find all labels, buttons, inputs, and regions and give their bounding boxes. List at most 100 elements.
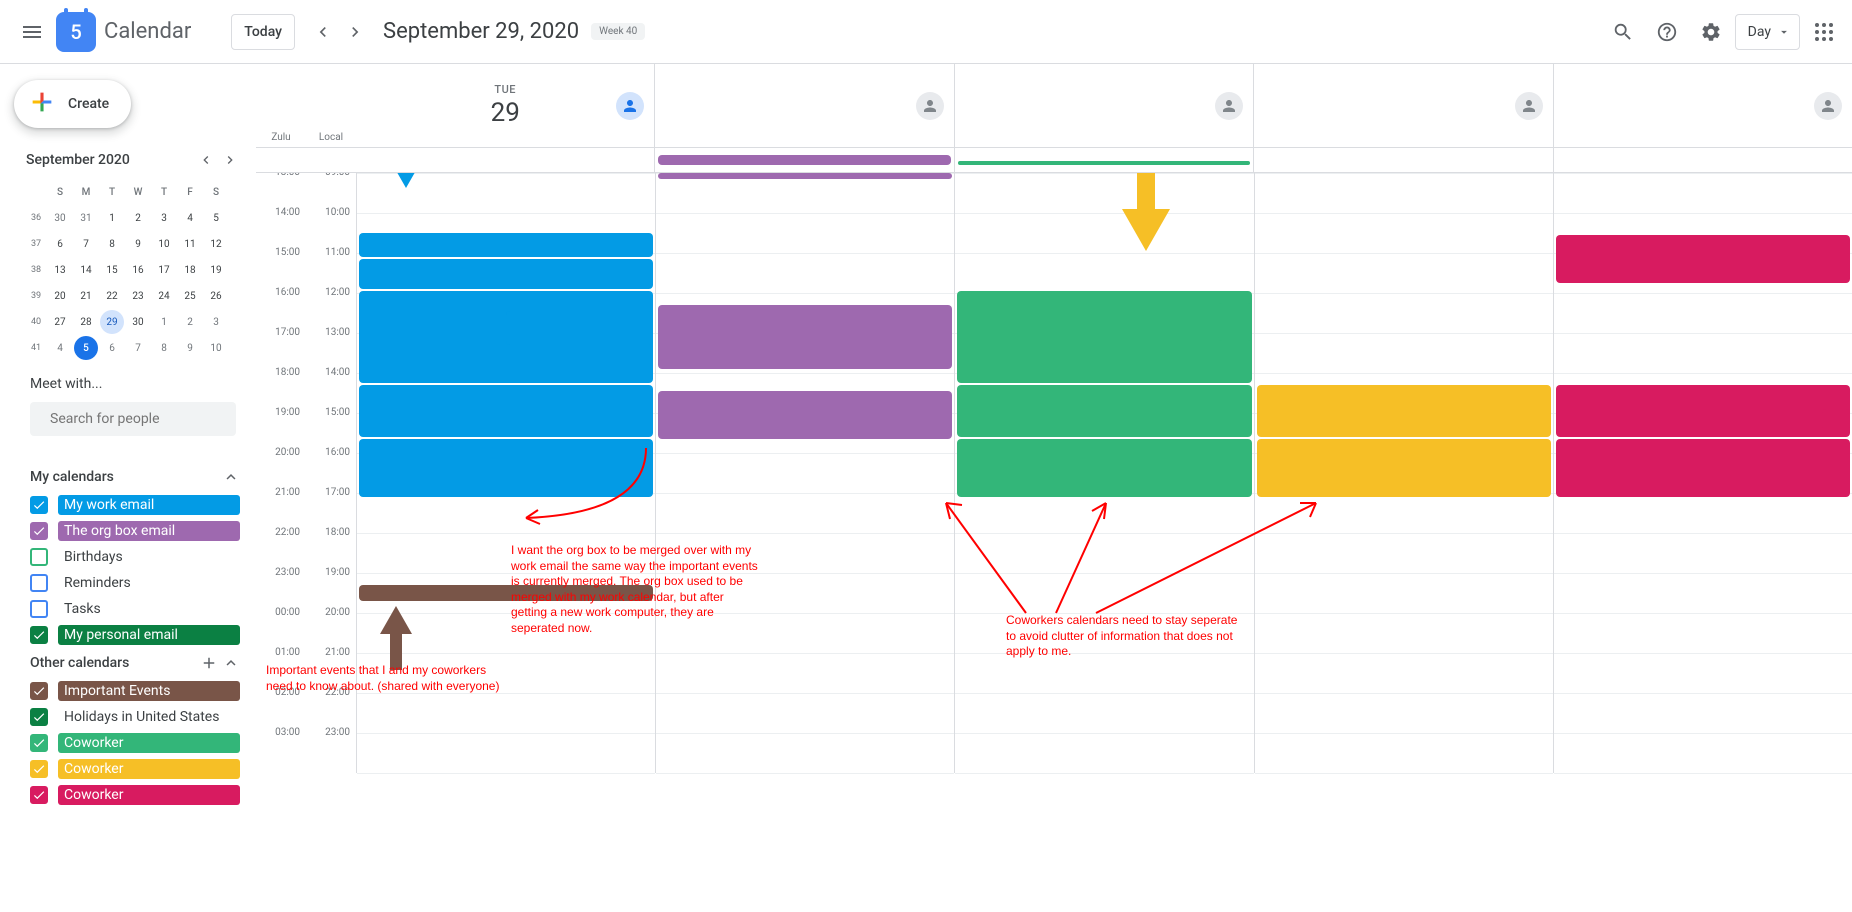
mini-next[interactable]: [218, 148, 242, 172]
calendar-event[interactable]: [1257, 439, 1551, 497]
calendar-checkbox[interactable]: [30, 734, 48, 752]
my-calendars-toggle[interactable]: My calendars: [8, 462, 256, 492]
calendar-checkbox[interactable]: [30, 682, 48, 700]
mini-day[interactable]: 5: [204, 206, 228, 230]
mini-day[interactable]: 11: [178, 232, 202, 256]
mini-day[interactable]: 22: [100, 284, 124, 308]
mini-day[interactable]: 1: [152, 310, 176, 334]
mini-day[interactable]: 2: [126, 206, 150, 230]
mini-day[interactable]: 13: [48, 258, 72, 282]
calendar-event[interactable]: [658, 173, 952, 179]
calendar-item[interactable]: Holidays in United States: [8, 704, 256, 730]
mini-day[interactable]: 26: [204, 284, 228, 308]
next-day-button[interactable]: [339, 16, 371, 48]
calendar-event[interactable]: [658, 305, 952, 369]
mini-day[interactable]: 28: [74, 310, 98, 334]
calendar-event[interactable]: [359, 259, 653, 289]
mini-day[interactable]: 29: [100, 310, 124, 334]
avatar-icon[interactable]: [1515, 92, 1543, 120]
mini-day[interactable]: 3: [152, 206, 176, 230]
calendar-event[interactable]: [1556, 385, 1850, 437]
help-button[interactable]: [1647, 12, 1687, 52]
avatar-icon[interactable]: [1814, 92, 1842, 120]
mini-day[interactable]: 6: [100, 336, 124, 360]
calendar-event[interactable]: [359, 585, 653, 601]
mini-day[interactable]: 2: [178, 310, 202, 334]
calendar-checkbox[interactable]: [30, 626, 48, 644]
view-selector[interactable]: Day: [1735, 14, 1800, 50]
mini-day[interactable]: 21: [74, 284, 98, 308]
mini-day[interactable]: 17: [152, 258, 176, 282]
mini-prev[interactable]: [194, 148, 218, 172]
calendar-event[interactable]: [1257, 385, 1551, 437]
search-button[interactable]: [1603, 12, 1643, 52]
logo[interactable]: 5 Calendar: [56, 12, 191, 52]
mini-day[interactable]: 24: [152, 284, 176, 308]
day-column[interactable]: [1254, 173, 1553, 773]
search-people[interactable]: [30, 402, 236, 436]
mini-day[interactable]: 20: [48, 284, 72, 308]
other-calendars-toggle[interactable]: Other calendars: [8, 648, 256, 678]
mini-day[interactable]: 1: [100, 206, 124, 230]
mini-day[interactable]: 4: [48, 336, 72, 360]
calendar-checkbox[interactable]: [30, 600, 48, 618]
mini-day[interactable]: 23: [126, 284, 150, 308]
calendar-event[interactable]: [1218, 303, 1252, 341]
create-button[interactable]: Create: [14, 80, 131, 128]
mini-day[interactable]: 8: [100, 232, 124, 256]
calendar-checkbox[interactable]: [30, 522, 48, 540]
calendar-item[interactable]: My work email: [8, 492, 256, 518]
allday-cell[interactable]: [356, 148, 654, 172]
mini-day[interactable]: 14: [74, 258, 98, 282]
day-column-header[interactable]: TUE29: [356, 64, 654, 147]
allday-cell[interactable]: [1253, 148, 1552, 172]
mini-day[interactable]: 7: [126, 336, 150, 360]
calendar-event[interactable]: [1556, 235, 1850, 283]
allday-cell[interactable]: [954, 148, 1253, 172]
day-column-header[interactable]: [1553, 64, 1852, 147]
calendar-checkbox[interactable]: [30, 574, 48, 592]
day-column[interactable]: [356, 173, 655, 773]
calendar-item[interactable]: Coworker: [8, 782, 256, 808]
mini-day[interactable]: 12: [204, 232, 228, 256]
calendar-item[interactable]: Coworker: [8, 756, 256, 782]
mini-day[interactable]: 18: [178, 258, 202, 282]
day-column-header[interactable]: [654, 64, 953, 147]
calendar-checkbox[interactable]: [30, 708, 48, 726]
hamburger-menu[interactable]: [8, 8, 56, 56]
day-column-header[interactable]: [954, 64, 1253, 147]
mini-day[interactable]: 8: [152, 336, 176, 360]
allday-cell[interactable]: [1553, 148, 1852, 172]
allday-cell[interactable]: [654, 148, 953, 172]
mini-day[interactable]: 7: [74, 232, 98, 256]
calendar-event[interactable]: [1556, 439, 1850, 497]
calendar-item[interactable]: My personal email: [8, 622, 256, 648]
mini-day[interactable]: 10: [204, 336, 228, 360]
calendar-event[interactable]: [957, 439, 1251, 497]
mini-day[interactable]: 19: [204, 258, 228, 282]
avatar-icon[interactable]: [1215, 92, 1243, 120]
calendar-checkbox[interactable]: [30, 786, 48, 804]
day-column[interactable]: [655, 173, 954, 773]
calendar-item[interactable]: Birthdays: [8, 544, 256, 570]
avatar-icon[interactable]: [916, 92, 944, 120]
day-column-header[interactable]: [1253, 64, 1552, 147]
calendar-event[interactable]: [957, 291, 1251, 383]
calendar-event[interactable]: [957, 385, 1251, 437]
calendar-item[interactable]: Important Events: [8, 678, 256, 704]
mini-day[interactable]: 30: [126, 310, 150, 334]
mini-day[interactable]: 3: [204, 310, 228, 334]
calendar-event[interactable]: [506, 311, 653, 345]
prev-day-button[interactable]: [307, 16, 339, 48]
calendar-item[interactable]: Tasks: [8, 596, 256, 622]
today-button[interactable]: Today: [231, 14, 295, 50]
mini-day[interactable]: 9: [126, 232, 150, 256]
calendar-event[interactable]: [359, 385, 653, 437]
calendar-event[interactable]: [1822, 409, 1850, 431]
apps-button[interactable]: [1804, 12, 1844, 52]
mini-day[interactable]: 5: [74, 336, 98, 360]
add-icon[interactable]: [200, 654, 218, 672]
mini-day[interactable]: 4: [178, 206, 202, 230]
mini-day[interactable]: 6: [48, 232, 72, 256]
mini-day[interactable]: 16: [126, 258, 150, 282]
